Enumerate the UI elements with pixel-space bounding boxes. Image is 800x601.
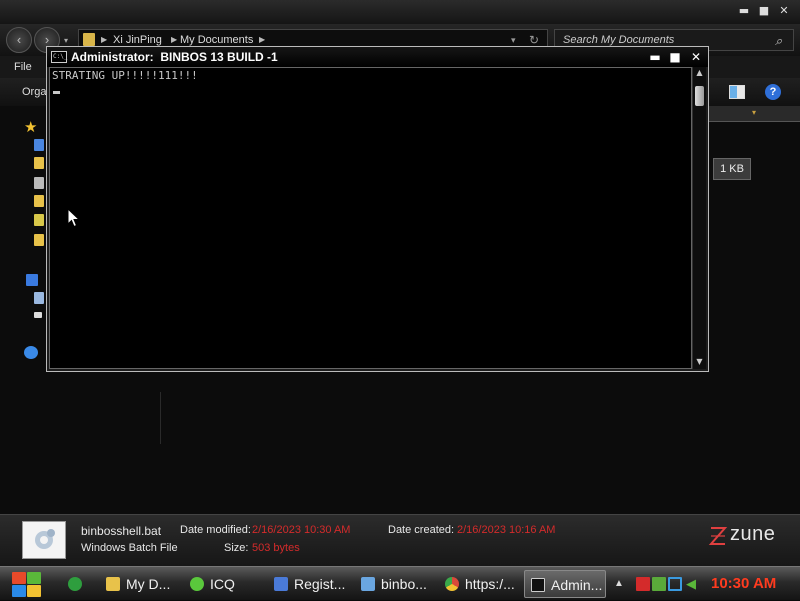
- close-icon[interactable]: ✕: [688, 50, 704, 64]
- zune-logo-icon: [708, 525, 728, 547]
- search-icon[interactable]: ⌕: [775, 31, 782, 51]
- cmd-window: C:\_ Administrator: BINBOS 13 BUILD -1 ▬…: [46, 46, 709, 372]
- navigation-pane: ★: [0, 114, 52, 384]
- date-modified-value: 2/16/2023 10:30 AM: [252, 524, 351, 536]
- taskbar-item-label: ICQ: [210, 576, 235, 592]
- sort-arrow-icon: ▾: [752, 108, 757, 117]
- text-cursor: [53, 91, 60, 94]
- help-icon[interactable]: ?: [765, 84, 781, 100]
- libraries-folder-icon[interactable]: [34, 195, 44, 207]
- console-line: STRATING UP!!!!!111!!!: [52, 69, 198, 82]
- action-center-flag-icon[interactable]: [636, 577, 650, 591]
- search-placeholder: Search My Documents: [563, 34, 675, 46]
- console-output[interactable]: STRATING UP!!!!!111!!!: [49, 67, 692, 369]
- details-pane: binbosshell.bat Windows Batch File Date …: [0, 514, 800, 566]
- scroll-down-arrow-icon[interactable]: ▼: [694, 357, 705, 367]
- date-created-label: Date created:: [388, 524, 455, 536]
- details-filename: binbosshell.bat: [81, 524, 162, 538]
- scroll-thumb[interactable]: [695, 86, 704, 106]
- notes-icon: [68, 577, 82, 591]
- taskbar-item-notepad[interactable]: binbo...: [355, 570, 435, 598]
- maximize-icon[interactable]: ■: [667, 50, 683, 64]
- column-header[interactable]: ▾: [700, 106, 800, 122]
- scroll-up-arrow-icon[interactable]: ▲: [694, 68, 705, 78]
- menu-file[interactable]: File: [14, 56, 32, 78]
- show-hidden-icons-icon[interactable]: ▲: [614, 577, 628, 591]
- cmd-titlebar[interactable]: C:\_ Administrator: BINBOS 13 BUILD -1 ▬…: [47, 47, 708, 67]
- zune-brand: zune: [730, 523, 776, 545]
- size-value: 503 bytes: [252, 542, 300, 554]
- folder-icon: [83, 33, 95, 46]
- size-label: Size:: [224, 542, 249, 554]
- preview-pane-icon[interactable]: [729, 85, 745, 99]
- windows-logo-icon: [12, 572, 26, 584]
- network-icon[interactable]: [24, 346, 38, 359]
- notepad-icon: [361, 577, 375, 591]
- pictures-folder-icon[interactable]: [34, 234, 44, 246]
- date-created-value: 2/16/2023 10:16 AM: [457, 524, 556, 536]
- taskbar-item-my-documents[interactable]: My D...: [100, 570, 180, 598]
- minimize-icon[interactable]: ▬: [647, 50, 663, 64]
- cmd-title: Administrator: BINBOS 13 BUILD -1: [71, 50, 278, 64]
- taskbar-clock[interactable]: 10:30 AM: [711, 567, 776, 601]
- icq-flower-icon: [190, 577, 204, 591]
- network-status-icon[interactable]: [668, 577, 682, 591]
- taskbar-item-admin-cmd[interactable]: Admin...: [524, 570, 606, 598]
- registry-editor-icon: [274, 577, 288, 591]
- close-icon[interactable]: ✕: [777, 5, 791, 17]
- date-modified-label: Date modified:: [180, 524, 251, 536]
- tray-app-icon[interactable]: [652, 577, 666, 591]
- taskbar-item-label: Admin...: [551, 577, 603, 593]
- start-button[interactable]: [8, 570, 42, 598]
- downloads-folder-icon[interactable]: [34, 157, 44, 169]
- vertical-scrollbar[interactable]: ▲ ▼: [692, 67, 706, 369]
- maximize-icon[interactable]: ■: [757, 5, 771, 17]
- cmd-icon: [531, 578, 545, 592]
- taskbar: My D... ICQ Regist... binbo... https:/..…: [0, 566, 800, 600]
- favorites-star-icon[interactable]: ★: [24, 118, 37, 136]
- details-filetype: Windows Batch File: [81, 542, 178, 554]
- taskbar-item-chrome[interactable]: https:/...: [439, 570, 521, 598]
- desktop-icon[interactable]: [34, 139, 44, 151]
- file-size-cell: 1 KB: [713, 158, 751, 180]
- file-gear-icon: [22, 521, 66, 559]
- drive-icon[interactable]: [34, 312, 42, 318]
- recent-pages-dropdown-icon[interactable]: ▾: [64, 37, 72, 45]
- taskbar-item-label: Regist...: [294, 576, 346, 592]
- taskbar-item-label: My D...: [126, 576, 171, 592]
- taskbar-item-label: binbo...: [381, 576, 427, 592]
- mouse-pointer-icon: [67, 208, 81, 228]
- taskbar-item-registry-editor[interactable]: Regist...: [268, 570, 352, 598]
- folder-icon: [106, 577, 120, 591]
- chrome-icon: [445, 577, 459, 591]
- column-divider: [160, 392, 161, 444]
- taskbar-item-icq[interactable]: ICQ: [184, 570, 264, 598]
- cmd-icon: C:\_: [51, 51, 67, 63]
- taskbar-item-label: https:/...: [465, 576, 515, 592]
- volume-icon[interactable]: ◀: [686, 577, 700, 591]
- homegroup-icon[interactable]: [26, 274, 38, 286]
- organize-button[interactable]: Orga: [22, 78, 46, 106]
- computer-icon[interactable]: [34, 292, 44, 304]
- documents-folder-icon[interactable]: [34, 214, 44, 226]
- taskbar-item-notes[interactable]: [62, 570, 102, 598]
- recent-places-icon[interactable]: [34, 177, 44, 189]
- explorer-titlebar: ▬ ■ ✕: [0, 0, 800, 24]
- back-button[interactable]: ‹: [6, 27, 32, 53]
- minimize-icon[interactable]: ▬: [737, 5, 751, 17]
